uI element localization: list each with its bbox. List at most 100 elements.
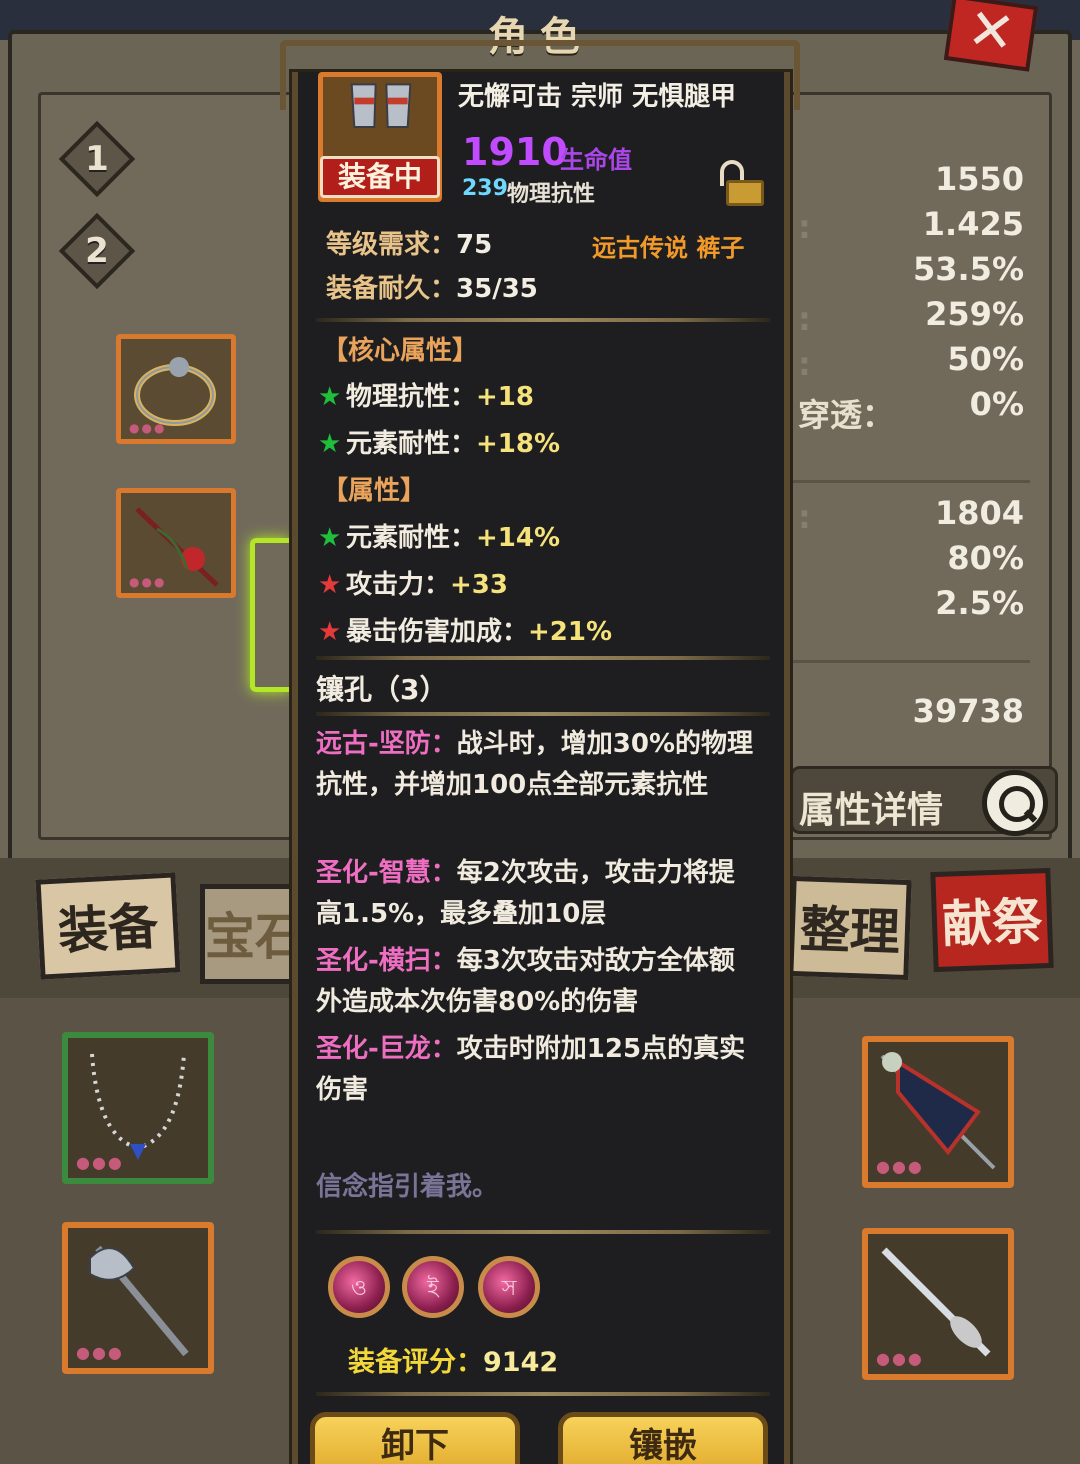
stat-ghost-row: : xyxy=(798,498,811,536)
inventory-slot-sword[interactable]: ●●● xyxy=(862,1228,1014,1380)
attr-value: +18% xyxy=(476,429,561,459)
phys-res-value: 239 xyxy=(462,176,508,201)
unequip-button[interactable]: 卸下 xyxy=(310,1412,520,1464)
equipment-score: 装备评分：9142 xyxy=(348,1340,558,1379)
attribute-row: ★ 元素耐性：+14% xyxy=(318,517,560,554)
core-attributes-header: 【核心属性】 xyxy=(322,336,479,366)
slot-gem-sockets: ●●● xyxy=(76,1343,124,1362)
star-icon: ★ xyxy=(318,523,342,553)
durability-label: 装备耐久： xyxy=(326,274,457,304)
stat-value: 50% xyxy=(947,340,1024,378)
attr-name: 攻击力： xyxy=(346,570,451,600)
effect-name: 远古-坚防： xyxy=(316,729,457,759)
inlay-button[interactable]: 镶嵌 xyxy=(558,1412,768,1464)
level-req-label: 等级需求： xyxy=(326,230,457,260)
selected-slot-highlight xyxy=(250,538,290,692)
stat-ghost-row: : xyxy=(798,300,811,338)
score-label: 装备评分： xyxy=(348,1347,483,1378)
lock-body xyxy=(726,180,764,206)
stat-value: 1550 xyxy=(934,160,1024,198)
search-icon[interactable] xyxy=(982,770,1048,836)
socket-effect: 圣化-智慧：每2次攻击，攻击力将提高1.5%，最多叠加10层 xyxy=(316,853,756,935)
attr-name: 元素耐性： xyxy=(346,523,477,553)
gem-icon[interactable]: ই xyxy=(402,1256,464,1318)
stat-value: 1.425 xyxy=(922,205,1024,243)
gem-rune: ই xyxy=(427,1276,439,1301)
tooltip-divider xyxy=(316,1230,770,1234)
tab-sort[interactable]: 整理 xyxy=(788,875,912,981)
attr-value: +33 xyxy=(450,570,508,600)
socket-title: 镶孔（3） xyxy=(316,673,448,706)
socket-effect: 圣化-巨龙：攻击时附加125点的真实伤害 xyxy=(316,1029,756,1111)
stats-divider xyxy=(790,660,1030,663)
level-req-value: 75 xyxy=(456,230,493,260)
stats-divider xyxy=(790,480,1030,483)
stat-value: 53.5% xyxy=(912,250,1024,288)
hp-value: 1910 xyxy=(462,130,568,174)
core-attribute-row: ★ 元素耐性：+18% xyxy=(318,423,560,460)
hp-label: 生命值 xyxy=(560,146,632,174)
stat-ghost-row: : xyxy=(798,208,811,246)
stat-label-penetration: 穿透： xyxy=(798,396,895,434)
leg-armor-icon xyxy=(350,83,412,128)
effect-name: 圣化-智慧： xyxy=(316,858,457,888)
gem-rune: স xyxy=(501,1276,517,1301)
attr-value: +21% xyxy=(528,617,613,647)
equipment-slot-ring[interactable]: ●●● xyxy=(116,334,236,444)
gem-icon[interactable]: ও xyxy=(328,1256,390,1318)
star-icon: ★ xyxy=(318,570,342,600)
close-icon: ✕ xyxy=(963,0,1019,67)
attr-value: +18 xyxy=(476,382,534,412)
tab-sacrifice[interactable]: 献祭 xyxy=(930,867,1054,973)
equipment-slot-weapon[interactable]: ●●● xyxy=(116,488,236,598)
level-requirement: 等级需求：75 xyxy=(326,224,492,261)
equipped-badge: 装备中 xyxy=(320,156,440,198)
phys-res-label: 物理抗性 xyxy=(507,182,596,207)
loadout-tab-2[interactable]: 2 xyxy=(70,224,124,278)
slot-gem-sockets: ●●● xyxy=(76,1153,124,1172)
attributes-header: 【属性】 xyxy=(322,476,427,506)
attr-name: 暴击伤害加成： xyxy=(346,617,529,647)
attribute-row: ★ 暴击伤害加成：+21% xyxy=(318,611,612,648)
necklace-icon xyxy=(90,1053,186,1160)
loadout-tab-1[interactable]: 1 xyxy=(70,132,124,186)
rarity-label: 远古传说 裤子 xyxy=(592,234,745,262)
stat-value: 80% xyxy=(947,539,1024,577)
socket-effect: 圣化-横扫：每3次攻击对敌方全体额外造成本次伤害80%的伤害 xyxy=(316,941,756,1023)
banner-icon xyxy=(880,1052,996,1170)
core-attribute-row: ★ 物理抗性：+18 xyxy=(318,376,534,413)
durability: 装备耐久：35/35 xyxy=(326,268,538,305)
attr-name: 物理抗性： xyxy=(346,382,477,412)
inventory-slot-axe[interactable]: ●●● xyxy=(62,1222,214,1374)
sword-icon xyxy=(881,1247,991,1357)
star-icon: ★ xyxy=(318,382,342,412)
axe-icon xyxy=(89,1245,189,1357)
slot-gem-sockets: ●●● xyxy=(876,1157,924,1176)
slot-gem-sockets: ●●● xyxy=(129,421,167,435)
stat-ghost-row: : xyxy=(798,345,811,383)
tooltip-divider xyxy=(316,318,770,322)
flavor-text: 信念指引着我。 xyxy=(316,1172,499,1202)
stat-value: 0% xyxy=(969,385,1024,423)
gem-icon[interactable]: স xyxy=(478,1256,540,1318)
effect-name: 圣化-横扫： xyxy=(316,946,457,976)
stat-value: 259% xyxy=(925,295,1024,333)
tooltip-divider xyxy=(316,1392,770,1396)
item-name: 无懈可击 宗师 无惧腿甲 xyxy=(458,82,737,112)
star-icon: ★ xyxy=(318,617,342,647)
star-icon: ★ xyxy=(318,429,342,459)
attribute-details-label: 属性详情 xyxy=(799,790,944,831)
unlock-icon[interactable] xyxy=(716,160,764,206)
close-button[interactable]: ✕ xyxy=(943,0,1039,72)
stat-value: 2.5% xyxy=(935,584,1024,622)
attr-value: +14% xyxy=(476,523,561,553)
slot-gem-sockets: ●●● xyxy=(129,575,167,589)
tab-equip[interactable]: 装备 xyxy=(35,872,181,980)
socket-effect: 远古-坚防：战斗时，增加30%的物理抗性，并增加100点全部元素抗性 xyxy=(316,724,756,806)
attribute-row: ★ 攻击力：+33 xyxy=(318,564,508,601)
attr-name: 元素耐性： xyxy=(346,429,477,459)
inventory-slot-banner[interactable]: ●●● xyxy=(862,1036,1014,1188)
stat-value-power: 39738 xyxy=(912,692,1024,730)
tooltip-divider xyxy=(316,656,770,660)
inventory-slot-necklace[interactable]: ●●● xyxy=(62,1032,214,1184)
